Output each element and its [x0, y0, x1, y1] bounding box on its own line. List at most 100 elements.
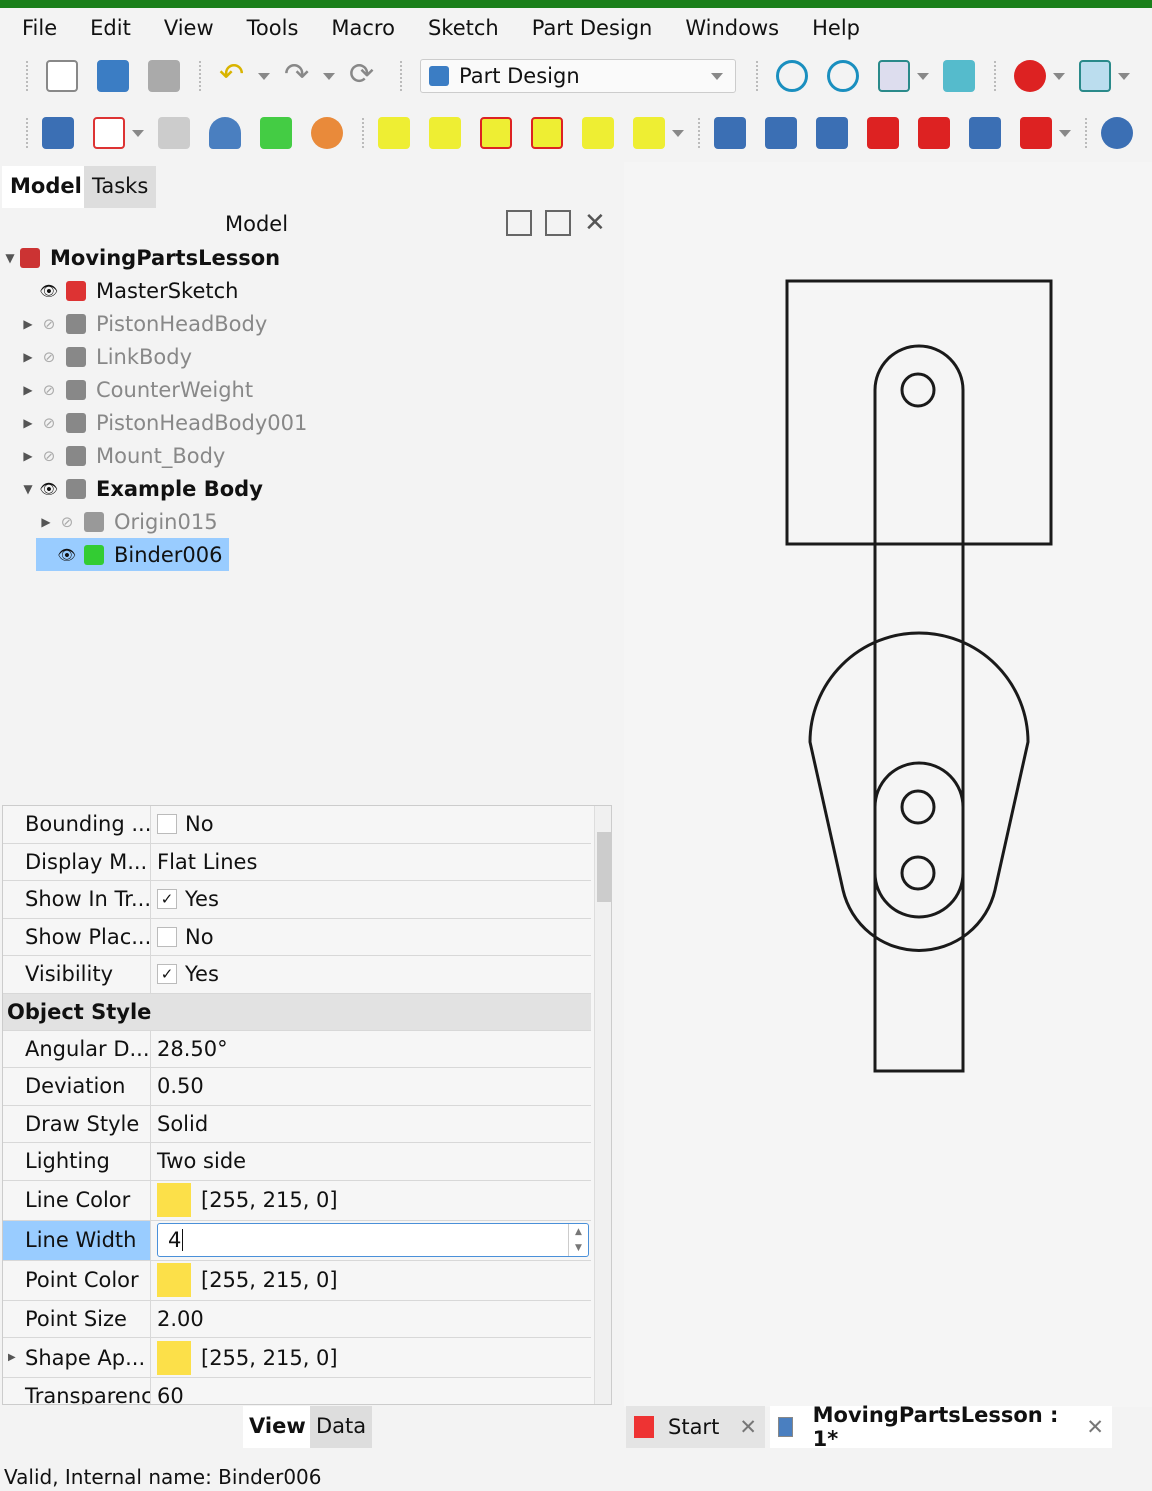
- property-value[interactable]: [255, 215, 0]: [151, 1181, 591, 1220]
- tab-data[interactable]: Data: [310, 1406, 373, 1448]
- expander-icon[interactable]: ▼: [0, 251, 20, 265]
- property-value[interactable]: [255, 215, 0]: [151, 1338, 591, 1377]
- property-value[interactable]: 60: [151, 1378, 591, 1404]
- property-row[interactable]: Deviation 0.50: [3, 1068, 591, 1106]
- property-row[interactable]: Show Plac... No: [3, 918, 591, 956]
- tab-model[interactable]: Model: [2, 166, 90, 208]
- color-swatch[interactable]: [157, 1183, 191, 1217]
- close-icon[interactable]: ✕: [584, 208, 606, 238]
- eye-hidden-icon[interactable]: ⊘: [38, 348, 60, 366]
- workbench-selector[interactable]: Part Design: [420, 59, 736, 93]
- property-value[interactable]: No: [151, 919, 591, 956]
- doc-tab-moving-parts[interactable]: MovingPartsLesson : 1* ✕: [770, 1403, 1112, 1451]
- maximize-icon[interactable]: [506, 210, 532, 236]
- scrollbar[interactable]: [594, 806, 611, 1404]
- shape-binder-icon[interactable]: [260, 117, 292, 149]
- checkbox[interactable]: ✓: [157, 964, 177, 985]
- property-group-header[interactable]: Object Style: [3, 993, 591, 1031]
- color-swatch[interactable]: [157, 1340, 191, 1375]
- menu-view[interactable]: View: [164, 16, 214, 40]
- eye-hidden-icon[interactable]: ⊘: [56, 513, 78, 531]
- fit-selection-icon[interactable]: [827, 60, 859, 92]
- menu-edit[interactable]: Edit: [90, 16, 131, 40]
- tab-tasks[interactable]: Tasks: [84, 166, 157, 208]
- expander-icon[interactable]: ▶: [18, 317, 38, 331]
- property-value[interactable]: Flat Lines: [151, 844, 591, 881]
- eye-icon[interactable]: 👁: [38, 480, 60, 498]
- property-value[interactable]: Solid: [151, 1106, 591, 1143]
- property-value[interactable]: [255, 215, 0]: [151, 1261, 591, 1300]
- close-icon[interactable]: ✕: [739, 1415, 757, 1439]
- additive-primitive-icon[interactable]: [633, 117, 665, 149]
- property-value[interactable]: ✓ Yes: [151, 881, 591, 918]
- expander-icon[interactable]: ▶: [18, 383, 38, 397]
- menu-sketch[interactable]: Sketch: [428, 16, 499, 40]
- tree-item[interactable]: ▶ ⊘ LinkBody: [18, 340, 198, 373]
- property-value[interactable]: No: [151, 806, 591, 843]
- tree-item[interactable]: ▶ ⊘ Mount_Body: [18, 439, 231, 472]
- clone-icon[interactable]: [311, 117, 343, 149]
- tree-item[interactable]: ▼ MovingPartsLesson: [0, 241, 286, 274]
- tree-item[interactable]: ▶ ⊘ CounterWeight: [18, 373, 259, 406]
- expander-icon[interactable]: ▶: [18, 449, 38, 463]
- property-row[interactable]: Angular D... 28.50°: [3, 1030, 591, 1068]
- undo-icon[interactable]: ↶: [219, 60, 251, 92]
- property-row[interactable]: Visibility ✓ Yes: [3, 956, 591, 994]
- float-icon[interactable]: [545, 210, 571, 236]
- expander-icon[interactable]: ▶: [18, 416, 38, 430]
- menu-macro[interactable]: Macro: [331, 16, 395, 40]
- expander-icon[interactable]: ▶: [36, 515, 56, 529]
- loft-icon[interactable]: [480, 117, 512, 149]
- pipe-icon[interactable]: [531, 117, 563, 149]
- subtractive-helix-icon[interactable]: [969, 117, 1001, 149]
- 3d-view[interactable]: [624, 162, 1152, 1407]
- fit-all-icon[interactable]: [776, 60, 808, 92]
- menu-help[interactable]: Help: [812, 16, 860, 40]
- refresh-icon[interactable]: ⟳: [349, 60, 381, 92]
- menu-part-design[interactable]: Part Design: [532, 16, 653, 40]
- tree-item[interactable]: ▼ 👁 Example Body: [18, 472, 269, 505]
- property-row[interactable]: Point Size 2.00: [3, 1300, 591, 1338]
- property-value[interactable]: Two side: [151, 1143, 591, 1180]
- property-value[interactable]: 0.50: [151, 1068, 591, 1105]
- property-row[interactable]: Show In Tr... ✓ Yes: [3, 881, 591, 919]
- datum-icon[interactable]: [209, 117, 241, 149]
- menu-tools[interactable]: Tools: [247, 16, 299, 40]
- checkbox[interactable]: [157, 926, 177, 947]
- draw-style-icon[interactable]: [1014, 60, 1046, 92]
- eye-hidden-icon[interactable]: ⊘: [38, 414, 60, 432]
- property-row[interactable]: Line Width 4 ▲ ▼: [3, 1220, 591, 1261]
- tree-item[interactable]: ▶ ⊘ PistonHeadBody001: [18, 406, 313, 439]
- subtractive-loft-icon[interactable]: [867, 117, 899, 149]
- expander-icon[interactable]: ▶: [18, 350, 38, 364]
- eye-icon[interactable]: 👁: [38, 282, 60, 300]
- measure-icon[interactable]: [943, 60, 975, 92]
- property-value[interactable]: 2.00: [151, 1301, 591, 1338]
- spin-buttons[interactable]: ▲ ▼: [568, 1224, 588, 1256]
- eye-hidden-icon[interactable]: ⊘: [38, 315, 60, 333]
- menu-file[interactable]: File: [22, 16, 57, 40]
- color-swatch[interactable]: [157, 1263, 191, 1297]
- property-value[interactable]: ✓ Yes: [151, 956, 591, 993]
- property-row[interactable]: ▶ Shape Ap... [255, 215, 0]: [3, 1338, 591, 1378]
- doc-tab-start[interactable]: Start ✕: [626, 1406, 765, 1448]
- hole-icon[interactable]: [765, 117, 797, 149]
- revolution-icon[interactable]: [429, 117, 461, 149]
- validate-sketch-icon[interactable]: [158, 117, 190, 149]
- tree-item[interactable]: 👁 Binder006: [36, 538, 229, 571]
- pad-icon[interactable]: [378, 117, 410, 149]
- menu-windows[interactable]: Windows: [685, 16, 779, 40]
- redo-icon[interactable]: ↷: [284, 60, 316, 92]
- body-icon[interactable]: [42, 117, 74, 149]
- eye-hidden-icon[interactable]: ⊘: [38, 381, 60, 399]
- property-row[interactable]: Bounding ... No: [3, 806, 591, 844]
- eye-hidden-icon[interactable]: ⊘: [38, 447, 60, 465]
- tree-item[interactable]: ▶ ⊘ PistonHeadBody: [18, 307, 273, 340]
- property-row[interactable]: Transparency60: [3, 1378, 591, 1404]
- property-row[interactable]: Draw Style Solid: [3, 1105, 591, 1143]
- subtractive-pipe-icon[interactable]: [918, 117, 950, 149]
- property-value[interactable]: 4 ▲ ▼: [151, 1221, 591, 1260]
- checkbox[interactable]: [157, 814, 177, 835]
- tree-item[interactable]: 👁 MasterSketch: [18, 274, 244, 307]
- checkbox[interactable]: ✓: [157, 889, 177, 910]
